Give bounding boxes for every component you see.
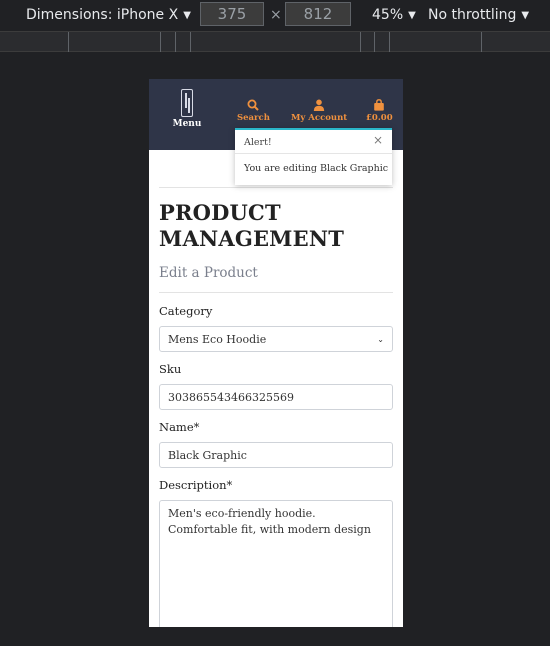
alert-toast: Alert! × You are editing Black Graphic [235, 128, 392, 185]
chevron-down-icon: ▼ [408, 9, 416, 21]
nav-search[interactable]: Search [237, 99, 270, 123]
height-input[interactable]: 812 [285, 2, 351, 26]
width-input[interactable]: 375 [200, 2, 264, 26]
description-textarea[interactable]: Men's eco-friendly hoodie. Comfortable f… [159, 500, 393, 627]
zoom-label: 45% [372, 7, 404, 23]
page-subtitle: Edit a Product [159, 265, 258, 281]
ruler-tick [160, 32, 161, 52]
ruler-tick [68, 32, 69, 52]
alert-message: You are editing Black Graphic [244, 163, 389, 174]
ruler-tick [190, 32, 191, 52]
nav-account-label: My Account [291, 113, 348, 123]
alert-divider [235, 153, 392, 154]
nav-basket-total: £0.00 [366, 113, 393, 123]
throttling-dropdown[interactable]: No throttling ▼ [428, 7, 529, 23]
sku-label: Sku [159, 362, 182, 376]
dimensions-dropdown[interactable]: Dimensions: iPhone X ▼ [26, 7, 191, 23]
chevron-down-icon: ⌄ [377, 334, 384, 344]
dimensions-label: Dimensions: iPhone X [26, 7, 179, 23]
throttling-label: No throttling [428, 7, 517, 23]
page-title: PRODUCT MANAGEMENT [159, 200, 345, 251]
alert-title: Alert! [244, 137, 272, 148]
device-viewport: Menu Search My Account £0.00 PRODUCT MAN… [149, 79, 403, 627]
ruler-tick [481, 32, 482, 52]
shopping-bag-icon [374, 99, 385, 111]
menu-button[interactable]: Menu [171, 89, 203, 129]
name-input[interactable]: Black Graphic [159, 442, 393, 468]
search-icon [247, 99, 260, 111]
category-label: Category [159, 304, 213, 318]
nav-basket[interactable]: £0.00 [366, 99, 393, 123]
ruler-tick [374, 32, 375, 52]
sku-input[interactable]: 303865543466325569 [159, 384, 393, 410]
ruler-tick [175, 32, 176, 52]
description-label: Description* [159, 478, 233, 492]
devtools-device-toolbar: Dimensions: iPhone X ▼ 375 × 812 45% ▼ N… [0, 0, 550, 31]
media-query-ruler[interactable] [0, 31, 550, 52]
divider [159, 187, 393, 188]
ruler-tick [389, 32, 390, 52]
user-icon [313, 99, 325, 111]
zoom-dropdown[interactable]: 45% ▼ [372, 7, 416, 23]
name-label: Name* [159, 420, 200, 434]
times-symbol: × [270, 7, 282, 23]
chevron-down-icon: ▼ [521, 9, 530, 21]
nav-account[interactable]: My Account [291, 99, 347, 123]
chevron-down-icon: ▼ [183, 9, 191, 21]
category-select[interactable]: Mens Eco Hoodie ⌄ [159, 326, 393, 352]
ruler-tick [360, 32, 361, 52]
menu-label: Menu [172, 119, 202, 129]
nav-search-label: Search [237, 113, 270, 123]
category-select-value: Mens Eco Hoodie [168, 332, 267, 346]
divider [159, 292, 393, 293]
menu-icon [181, 89, 193, 117]
close-icon[interactable]: × [373, 133, 383, 147]
